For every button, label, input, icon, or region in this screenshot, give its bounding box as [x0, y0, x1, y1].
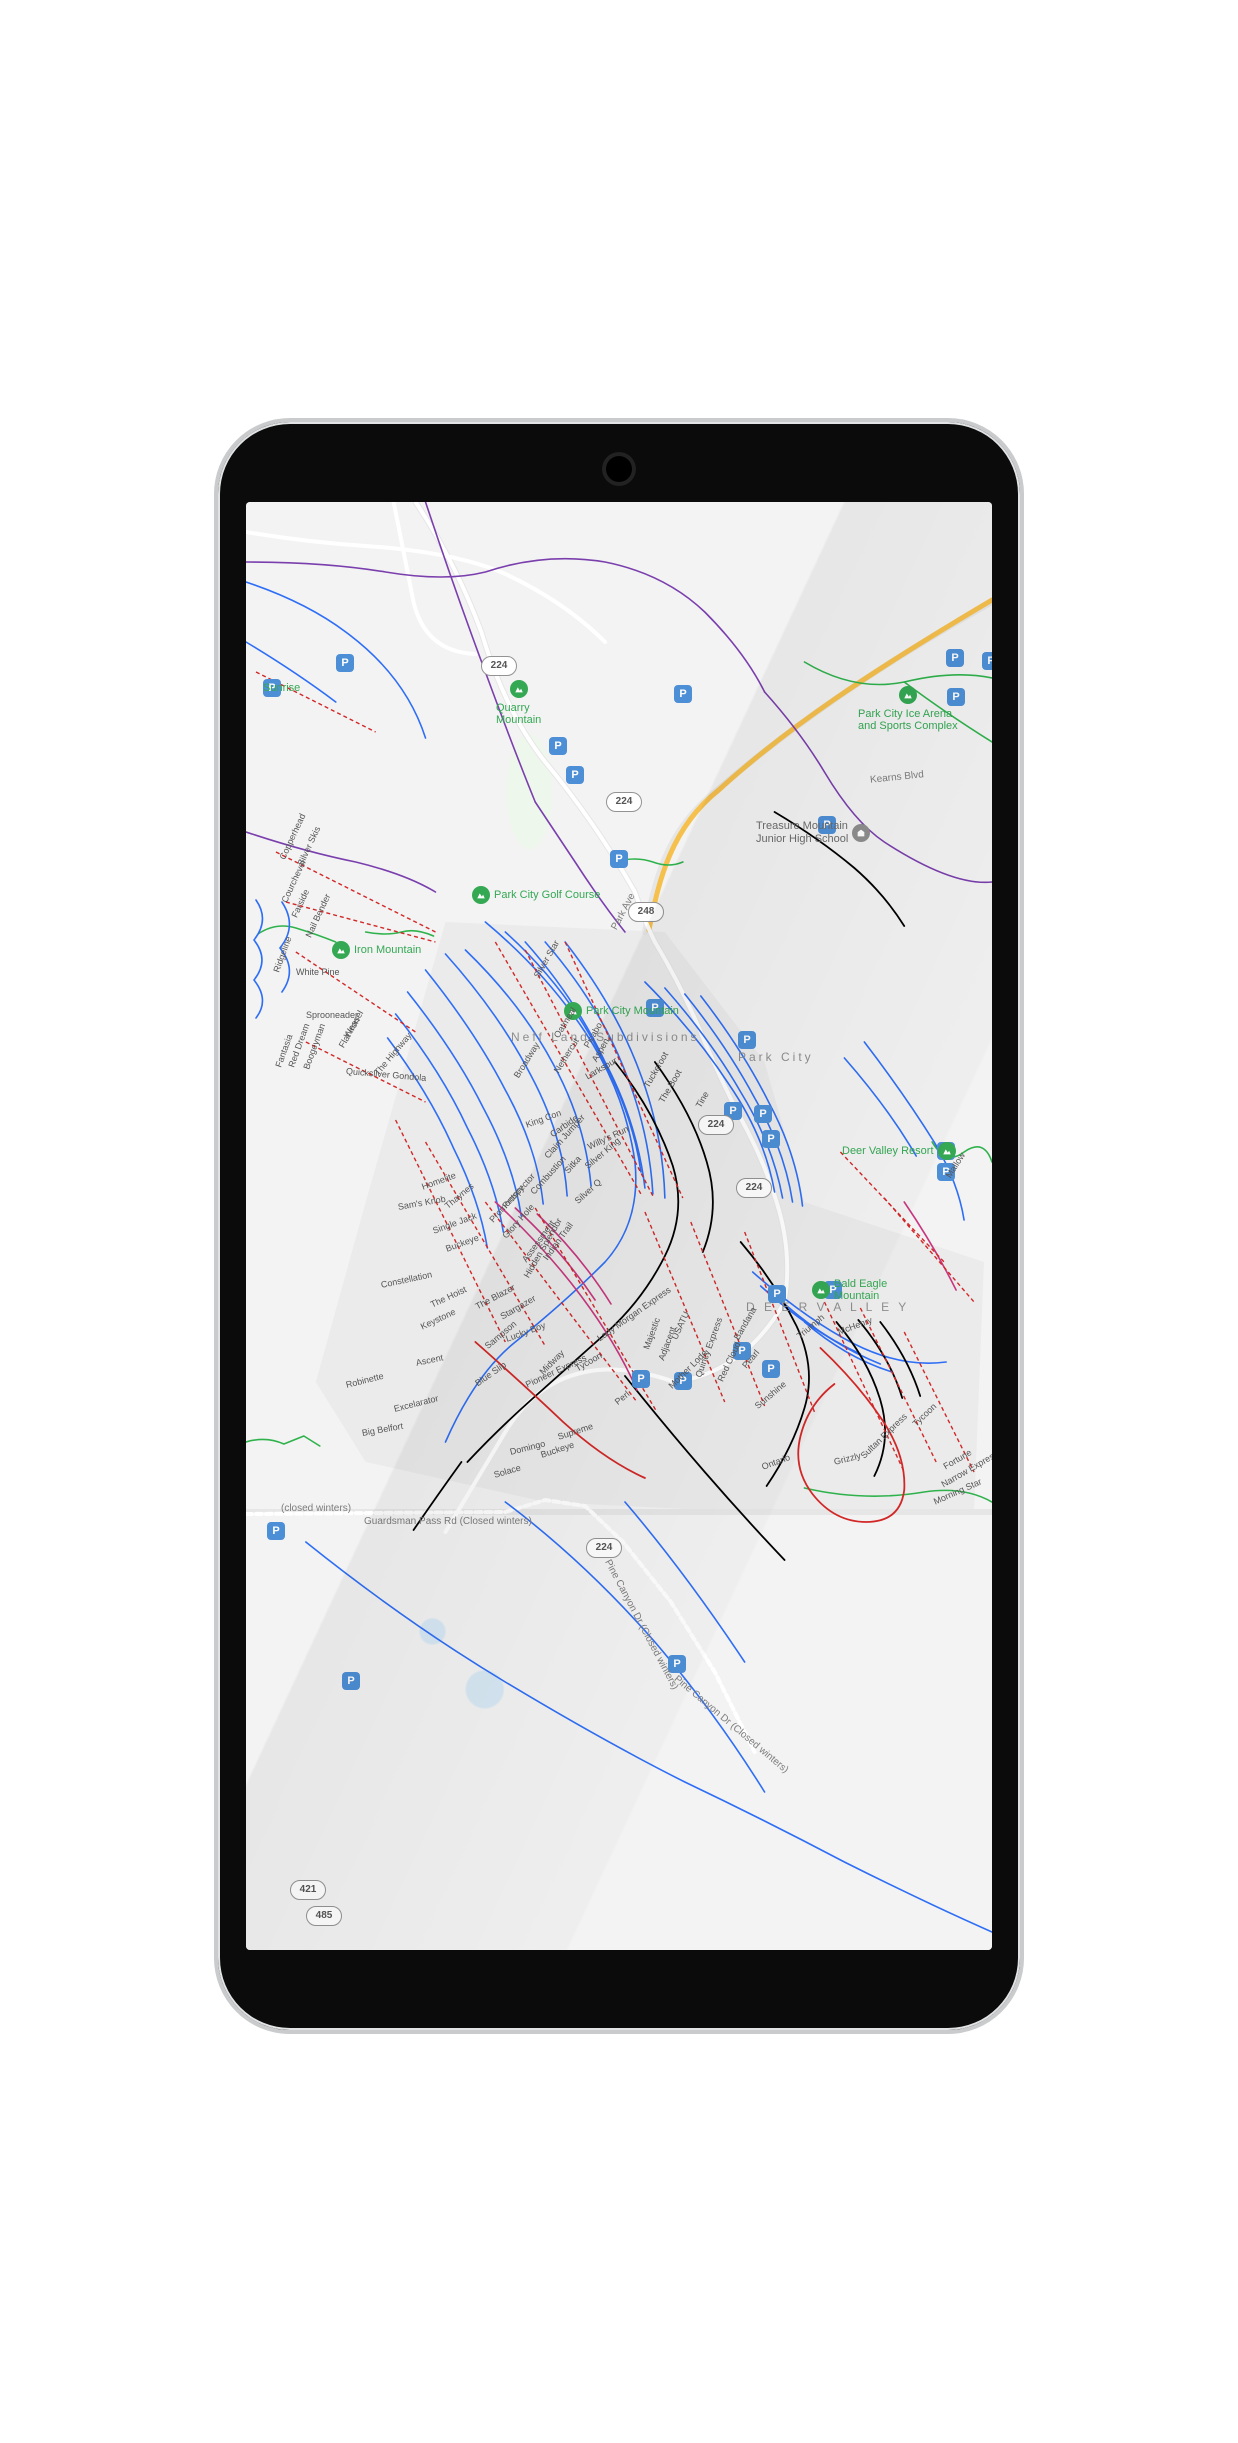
mountain-icon [472, 886, 490, 904]
parking-marker[interactable]: P [738, 1031, 756, 1049]
map-canvas[interactable]: PPPPPPPPPPPPPPPPPPPPPPPPPP 2242242482242… [246, 502, 992, 1950]
road-shield-224c[interactable]: 224 [698, 1115, 734, 1135]
parking-icon: P [738, 1031, 756, 1049]
area-label-park-city-area: Park City [738, 1052, 814, 1062]
parking-marker[interactable]: P [632, 1370, 650, 1388]
parking-icon: P [610, 850, 628, 868]
poi-label: Park City Golf Course [494, 889, 600, 901]
parking-icon: P [762, 1360, 780, 1378]
front-camera-icon [602, 452, 636, 486]
mountain-icon [899, 686, 917, 704]
road-shield-224a[interactable]: 224 [606, 792, 642, 812]
road-label-closed-winters: (closed winters) [281, 1504, 351, 1514]
poi-label: Park City Ice Arenaand Sports Complex [858, 708, 958, 732]
poi-pc-ice[interactable]: Park City Ice Arenaand Sports Complex [858, 686, 958, 732]
parking-marker[interactable]: P [610, 850, 628, 868]
parking-marker[interactable]: P [946, 649, 964, 667]
phone-device-frame: PPPPPPPPPPPPPPPPPPPPPPPPPP 2242242482242… [214, 418, 1024, 2034]
mountain-icon [812, 1281, 830, 1299]
poi-bald-eagle[interactable]: Bald EagleMountain [812, 1278, 887, 1302]
road-label-guardsman: Guardsman Pass Rd (Closed winters) [364, 1517, 532, 1527]
poi-label: Park City Mountain [586, 1005, 679, 1017]
poi-label: Bald EagleMountain [834, 1278, 887, 1302]
parking-marker[interactable]: P [342, 1672, 360, 1690]
poi-deer-valley[interactable]: Deer Valley Resort [842, 1142, 956, 1160]
parking-icon: P [632, 1370, 650, 1388]
area-label-deer-valley-area: D E E R V A L L E Y [746, 1302, 909, 1312]
parking-icon: P [946, 649, 964, 667]
trail-label-whitepine[interactable]: White Pine [296, 967, 340, 977]
mountain-icon [510, 680, 528, 698]
road-shield-421[interactable]: 421 [290, 1880, 326, 1900]
poi-pc-mtn[interactable]: Park City Mountain [564, 1002, 679, 1020]
poi-sunrise[interactable]: Sunrise [263, 682, 300, 694]
parking-marker[interactable]: P [549, 737, 567, 755]
parking-icon: P [342, 1672, 360, 1690]
parking-marker[interactable]: P [336, 654, 354, 672]
poi-label: Deer Valley Resort [842, 1145, 934, 1157]
parking-icon: P [549, 737, 567, 755]
building-icon [852, 824, 870, 842]
parking-marker[interactable]: P [982, 652, 992, 670]
parking-marker[interactable]: P [267, 1522, 285, 1540]
parking-icon: P [754, 1105, 772, 1123]
poi-label: QuarryMountain [496, 702, 541, 726]
poi-label: Sunrise [263, 682, 300, 694]
road-shield-224b[interactable]: 224 [481, 656, 517, 676]
phone-screen: PPPPPPPPPPPPPPPPPPPPPPPPPP 2242242482242… [246, 502, 992, 1950]
poi-label: Treasure MountainJunior High School [756, 820, 848, 846]
mountain-icon [332, 941, 350, 959]
parking-icon: P [566, 766, 584, 784]
road-shield-485[interactable]: 485 [306, 1906, 342, 1926]
parking-marker[interactable]: P [674, 685, 692, 703]
parking-marker[interactable]: P [762, 1360, 780, 1378]
parking-icon: P [336, 654, 354, 672]
parking-icon: P [674, 685, 692, 703]
parking-marker[interactable]: P [754, 1105, 772, 1123]
parking-icon: P [267, 1522, 285, 1540]
poi-iron-mtn[interactable]: Iron Mountain [332, 941, 421, 959]
road-shield-248[interactable]: 248 [628, 902, 664, 922]
parking-icon: P [982, 652, 992, 670]
parking-marker[interactable]: P [762, 1130, 780, 1148]
poi-pc-golf[interactable]: Park City Golf Course [472, 886, 600, 904]
parking-marker[interactable]: P [566, 766, 584, 784]
poi-quarry-mtn[interactable]: QuarryMountain [496, 680, 541, 726]
poi-tcjhs[interactable]: Treasure MountainJunior High School [756, 820, 870, 846]
poi-label: Iron Mountain [354, 944, 421, 956]
road-shield-224d[interactable]: 224 [736, 1178, 772, 1198]
parking-icon: P [762, 1130, 780, 1148]
road-shield-224e[interactable]: 224 [586, 1538, 622, 1558]
